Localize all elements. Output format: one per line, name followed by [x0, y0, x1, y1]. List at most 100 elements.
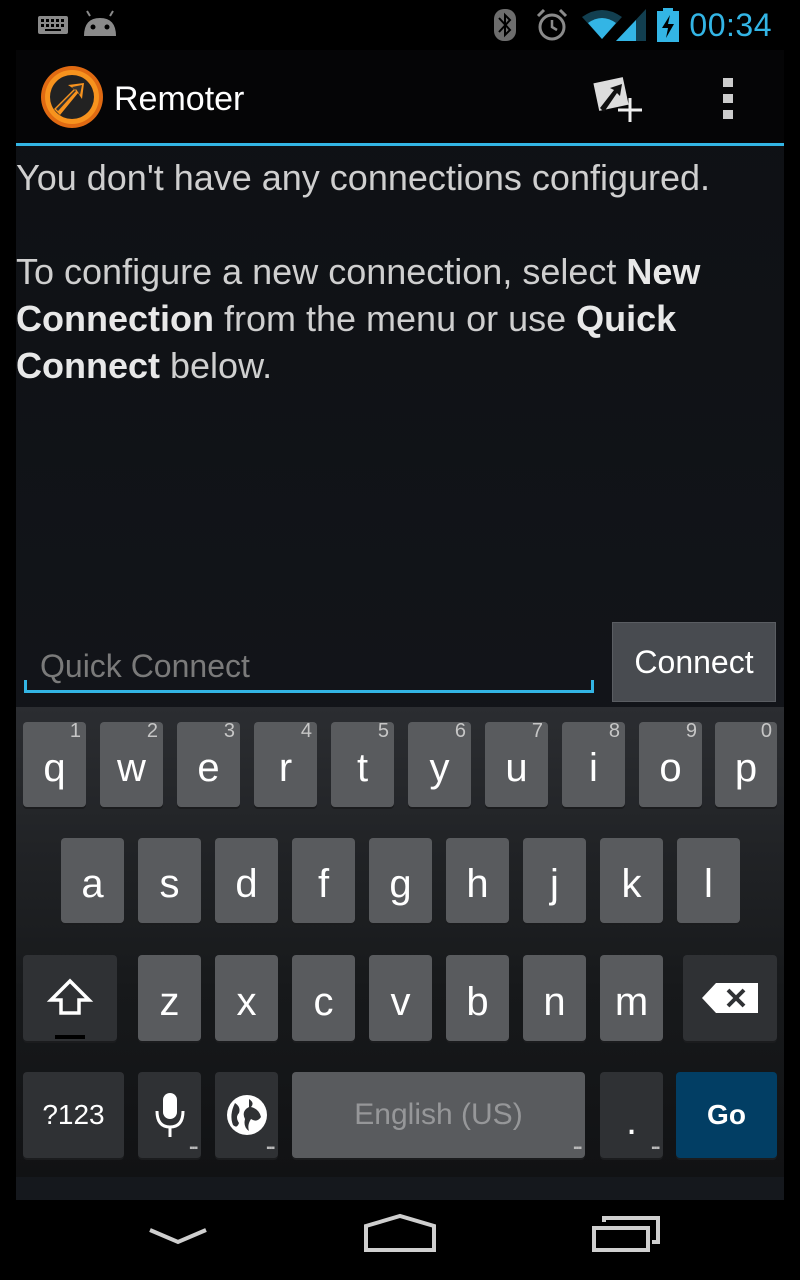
voice-input-key[interactable]: ▪▪▪ — [138, 1072, 201, 1158]
key-label: g — [389, 862, 412, 906]
key-a[interactable]: a — [61, 838, 124, 923]
quick-connect-field[interactable] — [24, 643, 594, 693]
key-label: c — [313, 979, 334, 1024]
overflow-menu-button[interactable] — [704, 68, 754, 128]
language-key[interactable]: ▪▪▪ — [215, 1072, 278, 1158]
key-hint: 7 — [531, 720, 543, 742]
key-i[interactable]: 8i — [562, 720, 625, 807]
key-label: j — [550, 862, 559, 906]
key-label: b — [466, 979, 489, 1024]
instructions-text: To configure a new connection, select Ne… — [16, 248, 784, 389]
key-d[interactable]: d — [215, 838, 278, 923]
key-label: y — [429, 746, 450, 790]
key-hint: 6 — [454, 720, 466, 742]
key-label: v — [390, 979, 411, 1024]
key-o[interactable]: 9o — [639, 720, 702, 807]
new-connection-icon — [593, 77, 642, 122]
key-w[interactable]: 2w — [100, 720, 163, 807]
key-hint: 8 — [608, 720, 620, 742]
recent-apps-icon — [592, 1216, 660, 1252]
key-l[interactable]: l — [677, 838, 740, 923]
key-label: q — [43, 746, 66, 790]
status-bar: 00:34 — [0, 0, 800, 50]
keyboard-icon — [38, 0, 68, 50]
quick-connect-input[interactable] — [24, 643, 594, 689]
input-corner — [591, 680, 594, 690]
key-e[interactable]: 3e — [177, 720, 240, 807]
key-hint: 9 — [685, 720, 697, 742]
key-label: n — [543, 979, 566, 1024]
key-m[interactable]: m — [600, 955, 663, 1041]
shift-indicator — [55, 1035, 85, 1039]
key-label: p — [734, 746, 758, 790]
key-y[interactable]: 6y — [408, 720, 471, 807]
back-down-icon — [149, 1228, 207, 1245]
microphone-icon — [155, 1093, 184, 1137]
key-label: r — [278, 746, 293, 790]
key-k[interactable]: k — [600, 838, 663, 923]
key-label: w — [117, 746, 146, 790]
key-label: Go — [707, 1099, 746, 1130]
back-down-button[interactable] — [146, 1220, 210, 1255]
key-label: z — [159, 979, 180, 1024]
navigation-bar — [0, 1200, 800, 1280]
shift-key[interactable] — [23, 955, 117, 1041]
symbols-key[interactable]: ?123 — [23, 1072, 124, 1158]
backspace-icon — [702, 983, 758, 1013]
empty-state-message: You don't have any connections configure… — [16, 154, 784, 436]
key-label: x — [236, 979, 257, 1024]
key-hint: 3 — [223, 720, 235, 742]
clock: 00:34 — [689, 7, 772, 43]
key-hint: 5 — [377, 720, 389, 742]
recent-apps-button[interactable] — [590, 1214, 662, 1259]
key-b[interactable]: b — [446, 955, 509, 1041]
space-key[interactable]: English (US) ▪▪▪ — [292, 1072, 585, 1158]
key-h[interactable]: h — [446, 838, 509, 923]
soft-keyboard: 1q 2w 3e 4r 5t 6y 7u 8i 9o 0p a s d f g … — [16, 707, 784, 1177]
key-label: t — [356, 746, 369, 790]
key-label: f — [317, 862, 330, 906]
more-dots: ▪▪▪ — [266, 1143, 275, 1154]
no-connections-text: You don't have any connections configure… — [16, 157, 711, 198]
key-p[interactable]: 0p — [715, 720, 777, 807]
input-corner — [24, 680, 27, 690]
key-label: o — [659, 746, 682, 790]
key-t[interactable]: 5t — [331, 720, 394, 807]
key-label: l — [704, 862, 713, 906]
home-button[interactable] — [362, 1212, 438, 1259]
key-q[interactable]: 1q — [23, 720, 86, 807]
connect-button[interactable]: Connect — [612, 622, 776, 702]
period-key[interactable]: . ▪▪▪ — [600, 1072, 663, 1158]
key-label: e — [197, 746, 220, 790]
key-r[interactable]: 4r — [254, 720, 317, 807]
key-g[interactable]: g — [369, 838, 432, 923]
key-label: h — [466, 862, 489, 906]
key-label: ?123 — [42, 1099, 105, 1130]
key-label: . — [625, 1098, 638, 1143]
bluetooth-icon — [494, 0, 516, 50]
key-label: s — [159, 862, 180, 906]
key-z[interactable]: z — [138, 955, 201, 1041]
android-icon — [82, 0, 118, 50]
key-n[interactable]: n — [523, 955, 586, 1041]
action-bar: Remoter — [16, 50, 784, 146]
go-key[interactable]: Go — [676, 1072, 777, 1158]
backspace-key[interactable] — [683, 955, 777, 1041]
key-u[interactable]: 7u — [485, 720, 548, 807]
instructions-part: below. — [160, 345, 273, 386]
key-c[interactable]: c — [292, 955, 355, 1041]
alarm-icon — [535, 0, 569, 50]
key-j[interactable]: j — [523, 838, 586, 923]
key-hint: 2 — [146, 720, 158, 742]
new-connection-button[interactable] — [584, 68, 644, 128]
globe-icon — [226, 1095, 267, 1135]
key-f[interactable]: f — [292, 838, 355, 923]
key-s[interactable]: s — [138, 838, 201, 923]
key-label: m — [614, 979, 649, 1024]
more-dots: ▪▪▪ — [189, 1143, 198, 1154]
app-logo-icon[interactable] — [40, 65, 104, 129]
key-hint: 1 — [69, 720, 81, 742]
key-x[interactable]: x — [215, 955, 278, 1041]
signal-icon — [616, 0, 646, 50]
key-v[interactable]: v — [369, 955, 432, 1041]
